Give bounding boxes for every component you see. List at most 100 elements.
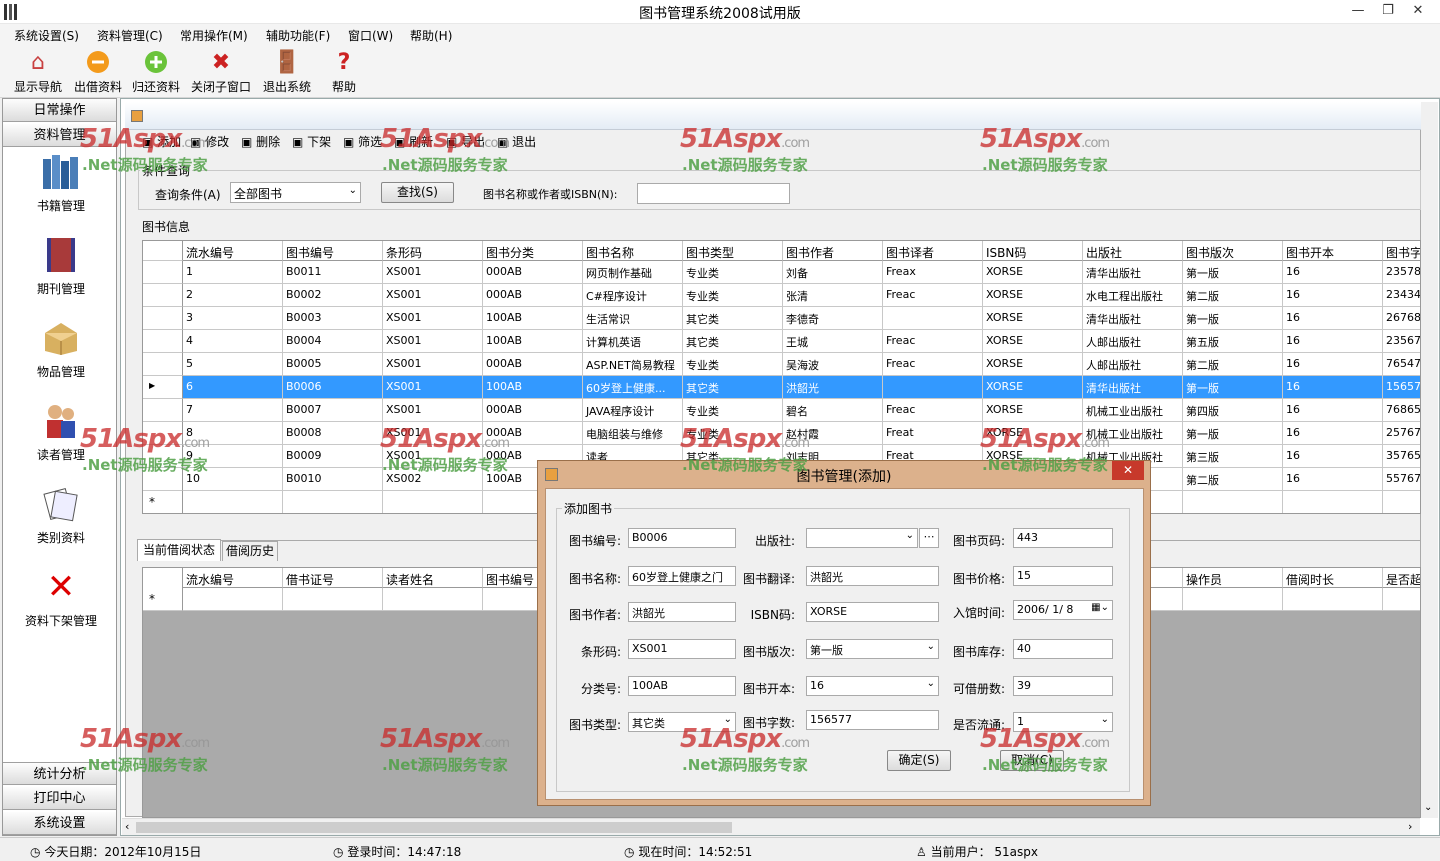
dialog-type-select[interactable]: 其它类 ⌄ — [628, 712, 736, 732]
refresh-tool-button[interactable]: ▣ 刷新 — [394, 133, 433, 150]
sidebar-header-daily[interactable]: 日常操作 — [3, 99, 116, 122]
close-child-button[interactable]: ✖ 关闭子窗口 — [188, 48, 254, 95]
table-row[interactable]: 5 B0005 XS001 000AB ASP.NET简易教程 专业类 吴海波 Freac XO… — [143, 353, 1420, 376]
dialog-edition-select[interactable]: 第一版 ⌄ — [806, 639, 939, 659]
tab-current-borrow[interactable]: 当前借阅状态 — [137, 539, 221, 561]
menu-data[interactable]: 资料管理(C) — [97, 27, 163, 44]
dialog-pages-input[interactable]: 443 — [1013, 528, 1113, 548]
row-header-cell[interactable] — [143, 422, 183, 445]
column-header[interactable]: 图书译者 — [883, 241, 983, 261]
sidebar-header-print[interactable]: 打印中心 — [3, 787, 116, 810]
show-nav-button[interactable]: ⌂ 显示导航 — [12, 48, 64, 95]
ok-button[interactable]: 确定(S) — [887, 750, 951, 771]
close-button[interactable]: ✕ — [1403, 0, 1433, 22]
edit-tool-button[interactable]: ▣ 修改 — [190, 133, 229, 150]
keyword-input[interactable] — [637, 183, 790, 204]
return-button[interactable]: 归还资料 — [130, 48, 182, 95]
column-header[interactable]: 图书版次 — [1183, 241, 1283, 261]
menu-window[interactable]: 窗口(W) — [348, 27, 393, 44]
dialog-lendable-input[interactable]: 39 — [1013, 676, 1113, 696]
table-row[interactable]: 4 B0004 XS001 100AB 计算机英语 其它类 王城 Freac XORSE 人邮出版… — [143, 330, 1420, 353]
dialog-close-button[interactable]: ✕ — [1112, 461, 1144, 480]
minimize-button[interactable]: — — [1343, 0, 1373, 22]
row-header-cell[interactable] — [143, 330, 183, 353]
row-header-cell[interactable] — [143, 261, 183, 284]
sidebar-item-offshelf[interactable]: ✕ 资料下架管理 — [11, 566, 111, 629]
menu-system[interactable]: 系统设置(S) — [14, 27, 79, 44]
table-row[interactable]: 3 B0003 XS001 100AB 生活常识 其它类 李德奇 XORSE 清华出版社 第一版 1… — [143, 307, 1420, 330]
column-header[interactable]: 图书作者 — [783, 241, 883, 261]
menu-common[interactable]: 常用操作(M) — [180, 27, 248, 44]
dialog-isbn-input[interactable]: XORSE — [806, 602, 939, 622]
dialog-price-input[interactable]: 15 — [1013, 566, 1113, 586]
dialog-circulate-select[interactable]: 1 ⌄ — [1013, 712, 1113, 732]
dialog-translator-input[interactable]: 洪韶光 — [806, 566, 939, 586]
column-header[interactable]: 条形码 — [383, 241, 483, 261]
table-row[interactable]: 2 B0002 XS001 000AB C#程序设计 专业类 张清 Freac XORSE 水电工… — [143, 284, 1420, 307]
sidebar-header-data[interactable]: 资料管理 — [3, 124, 116, 147]
offshelf-tool-button[interactable]: ▣ 下架 — [292, 133, 331, 150]
exit-system-button[interactable]: 🚪 退出系统 — [260, 48, 314, 95]
dialog-format-select[interactable]: 16 ⌄ — [806, 676, 939, 696]
tab-borrow-history[interactable]: 借阅历史 — [222, 541, 278, 561]
column-header[interactable]: 图书类型 — [683, 241, 783, 261]
dialog-barcode-input[interactable]: XS001 — [628, 639, 736, 659]
vertical-scrollbar[interactable]: ⌄ — [1421, 102, 1438, 818]
column-header[interactable]: 读者姓名 — [383, 568, 483, 588]
publisher-ellipsis-button[interactable]: ⋯ — [919, 528, 939, 548]
query-cond-select[interactable]: 全部图书 ⌄ — [230, 182, 361, 203]
lend-button[interactable]: 出借资料 — [72, 48, 124, 95]
dialog-book-no-input[interactable]: B0006 — [628, 528, 736, 548]
scroll-thumb[interactable] — [136, 822, 732, 833]
sidebar-item-readers[interactable]: 读者管理 — [11, 400, 111, 463]
row-header-cell[interactable] — [143, 399, 183, 422]
sidebar-item-books[interactable]: 书籍管理 — [11, 151, 111, 214]
sidebar-header-stats[interactable]: 统计分析 — [3, 762, 116, 785]
column-header[interactable]: 图书字 — [1383, 241, 1420, 261]
column-header[interactable]: 图书编号 — [283, 241, 383, 261]
table-row[interactable]: 7 B0007 XS001 000AB JAVA程序设计 专业类 碧名 Freac XORSE 机… — [143, 399, 1420, 422]
cancel-button[interactable]: 取消(C) — [1000, 750, 1064, 771]
horizontal-scrollbar[interactable]: ‹ › — [122, 818, 1420, 835]
table-row[interactable]: 1 B0011 XS001 000AB 网页制作基础 专业类 刘备 Freax XORSE 清华出… — [143, 261, 1420, 284]
restore-button[interactable]: ❐ — [1373, 0, 1403, 22]
dialog-words-input[interactable]: 156577 — [806, 710, 939, 730]
column-header[interactable]: 流水编号 — [183, 241, 283, 261]
sidebar-item-goods[interactable]: 物品管理 — [11, 317, 111, 380]
row-header-cell[interactable] — [143, 468, 183, 491]
delete-tool-button[interactable]: ▣ 删除 — [241, 133, 280, 150]
row-header-cell[interactable]: ▶ — [143, 376, 183, 399]
search-button[interactable]: 查找(S) — [381, 182, 454, 203]
dialog-in-date-date-picker[interactable]: 2006/ 1/ 8 ▦⌄ — [1013, 600, 1113, 620]
dialog-name-input[interactable]: 60岁登上健康之门 — [628, 566, 736, 586]
sidebar-item-journals[interactable]: 期刊管理 — [11, 234, 111, 297]
export-tool-button[interactable]: ▣ 导出 — [446, 133, 485, 150]
column-header[interactable]: 图书开本 — [1283, 241, 1383, 261]
row-header-cell[interactable] — [143, 353, 183, 376]
help-button[interactable]: ? 帮助 — [322, 48, 366, 95]
row-header-cell[interactable] — [143, 445, 183, 468]
exit-tool-button[interactable]: ▣ 退出 — [497, 133, 536, 150]
column-header[interactable]: 操作员 — [1183, 568, 1283, 588]
column-header[interactable]: 图书名称 — [583, 241, 683, 261]
column-header[interactable]: 流水编号 — [183, 568, 283, 588]
sidebar-item-categories[interactable]: 类别资料 — [11, 483, 111, 546]
column-header[interactable]: 出版社 — [1083, 241, 1183, 261]
row-header-cell[interactable] — [143, 284, 183, 307]
dialog-stock-input[interactable]: 40 — [1013, 639, 1113, 659]
sidebar-header-settings[interactable]: 系统设置 — [3, 812, 116, 835]
menu-assist[interactable]: 辅助功能(F) — [266, 27, 330, 44]
dialog-category-input[interactable]: 100AB — [628, 676, 736, 696]
column-header[interactable]: 借书证号 — [283, 568, 383, 588]
column-header[interactable]: 是否超 — [1383, 568, 1420, 588]
column-header[interactable]: 借阅时长 — [1283, 568, 1383, 588]
dialog-publisher-select[interactable]: ⌄ — [806, 528, 918, 548]
column-header[interactable]: ISBN码 — [983, 241, 1083, 261]
column-header[interactable]: 图书分类 — [483, 241, 583, 261]
add-tool-button[interactable]: ▣ 添加 — [142, 133, 181, 150]
filter-tool-button[interactable]: ▣ 筛选 — [343, 133, 382, 150]
menu-help[interactable]: 帮助(H) — [410, 27, 452, 44]
table-row[interactable]: 8 B0008 XS001 000AB 电脑组装与维修 专业类 赵村霞 Freat XORSE 机… — [143, 422, 1420, 445]
table-row[interactable]: ▶ 6 B0006 XS001 100AB 60岁登上健康... 其它类 洪韶光 XORSE 清华… — [143, 376, 1420, 399]
row-header-cell[interactable] — [143, 307, 183, 330]
